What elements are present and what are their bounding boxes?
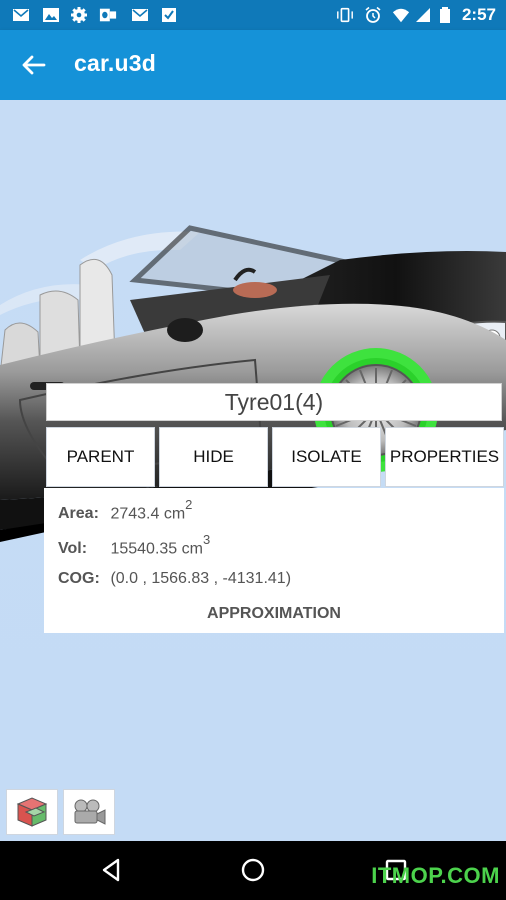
properties-info: Area: 2743.4 cm2 Vol: 15540.35 cm3 COG: …	[44, 488, 504, 633]
volume-value: 15540.35 cm	[110, 540, 203, 558]
outlook-icon	[99, 6, 117, 24]
camera-button[interactable]	[63, 789, 115, 835]
properties-button[interactable]: PROPERTIES	[385, 427, 504, 487]
home-circle-icon[interactable]	[238, 855, 268, 885]
area-row: Area: 2743.4 cm2	[58, 497, 193, 523]
area-exponent: 2	[185, 497, 193, 512]
signal-icon	[414, 6, 432, 24]
back-triangle-icon[interactable]	[96, 855, 126, 885]
mail-icon	[12, 6, 30, 24]
page-title: car.u3d	[74, 50, 156, 76]
vibrate-icon	[336, 6, 354, 24]
alarm-icon	[364, 6, 382, 24]
mail-icon	[131, 6, 149, 24]
volume-label: Vol:	[58, 540, 88, 558]
selection-panel: Tyre01(4) PARENT HIDE ISOLATE PROPERTIES…	[44, 383, 504, 633]
check-box-icon	[160, 6, 178, 24]
parent-button[interactable]: PARENT	[46, 427, 155, 487]
cog-value: (0.0 , 1566.83 , -4131.41)	[110, 570, 292, 587]
image-icon	[42, 6, 60, 24]
approximation-link[interactable]: APPROXIMATION	[44, 605, 504, 623]
app-bar: car.u3d	[0, 30, 506, 100]
area-value: 2743.4 cm	[110, 505, 186, 523]
cube-view-icon	[16, 797, 48, 827]
battery-icon	[436, 6, 454, 24]
camera-icon	[74, 799, 106, 825]
cog-row: COG: (0.0 , 1566.83 , -4131.41)	[58, 570, 291, 588]
status-bar: 2:57	[0, 0, 506, 30]
back-arrow-icon[interactable]	[18, 50, 52, 80]
isolate-button[interactable]: ISOLATE	[272, 427, 381, 487]
volume-row: Vol: 15540.35 cm3	[58, 532, 211, 558]
volume-exponent: 3	[202, 532, 211, 547]
hide-button[interactable]: HIDE	[159, 427, 268, 487]
cog-label: COG:	[58, 570, 100, 587]
selected-part-name: Tyre01(4)	[46, 383, 502, 421]
cube-view-button[interactable]	[6, 789, 58, 835]
watermark: ITMOP.COM	[371, 863, 500, 888]
wifi-icon	[392, 6, 410, 24]
gear-icon	[70, 6, 88, 24]
area-label: Area:	[58, 505, 99, 523]
status-time: 2:57	[461, 5, 496, 24]
